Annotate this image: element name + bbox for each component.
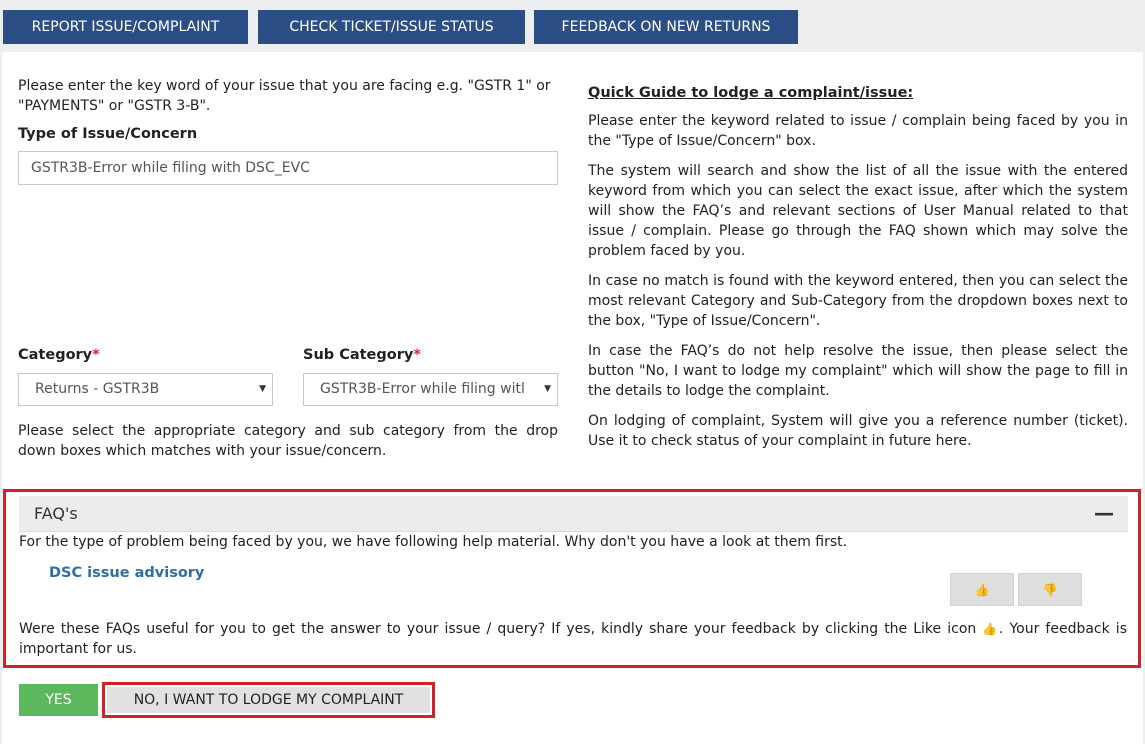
dropdown-caret-icon: ▼	[540, 374, 551, 405]
guide-paragraph-5: On lodging of complaint, System will giv…	[588, 413, 1128, 449]
thumbs-up-icon: 👍	[982, 622, 999, 636]
tab-check-status[interactable]: CHECK TICKET/ISSUE STATUS	[258, 10, 525, 44]
guide-paragraph-4: In case the FAQ’s do not help resolve th…	[588, 343, 1128, 399]
like-button[interactable]: 👍	[950, 573, 1014, 606]
yes-button[interactable]: YES	[19, 684, 98, 716]
type-of-issue-input[interactable]: GSTR3B-Error while filing with DSC_EVC	[18, 151, 558, 185]
guide-paragraph-2: The system will search and show the list…	[588, 163, 1128, 259]
required-mark: *	[92, 347, 100, 363]
faq-section: FAQ's — For the type of problem being fa…	[3, 489, 1141, 668]
lodge-complaint-highlight: NO, I WANT TO LODGE MY COMPLAINT	[102, 682, 435, 718]
select-help-text: Please select the appropriate category a…	[18, 423, 558, 459]
faq-link-dsc-advisory[interactable]: DSC issue advisory	[49, 565, 204, 581]
dislike-button[interactable]: 👎	[1018, 573, 1082, 606]
sub-category-selected-value: GSTR3B-Error while filing witl	[320, 381, 525, 397]
category-label: Category*	[18, 347, 100, 363]
required-mark: *	[413, 347, 421, 363]
type-of-issue-label: Type of Issue/Concern	[18, 126, 198, 142]
faq-intro: For the type of problem being faced by y…	[19, 534, 848, 550]
tab-report-issue[interactable]: REPORT ISSUE/COMPLAINT	[3, 10, 248, 44]
collapse-icon[interactable]: —	[1094, 501, 1114, 525]
quick-guide-title: Quick Guide to lodge a complaint/issue:	[588, 85, 914, 101]
faq-header[interactable]: FAQ's —	[19, 496, 1128, 532]
category-selected-value: Returns - GSTR3B	[35, 381, 160, 397]
lodge-complaint-button[interactable]: NO, I WANT TO LODGE MY COMPLAINT	[107, 687, 430, 713]
guide-paragraph-1: Please enter the keyword related to issu…	[588, 113, 1128, 149]
guide-paragraph-3: In case no match is found with the keywo…	[588, 273, 1128, 329]
tab-feedback-returns[interactable]: FEEDBACK ON NEW RETURNS	[534, 10, 798, 44]
dropdown-caret-icon: ▼	[255, 374, 266, 405]
top-tab-bar: REPORT ISSUE/COMPLAINT CHECK TICKET/ISSU…	[0, 0, 1145, 52]
thumbs-down-icon: 👎	[1042, 582, 1058, 597]
sub-category-label: Sub Category*	[303, 347, 421, 363]
faq-feedback-text: Were these FAQs useful for you to get th…	[19, 621, 1127, 657]
keyword-intro: Please enter the key word of your issue …	[18, 78, 551, 114]
thumbs-up-icon: 👍	[974, 582, 990, 597]
sub-category-select[interactable]: GSTR3B-Error while filing witl ▼	[303, 373, 558, 406]
category-select[interactable]: Returns - GSTR3B ▼	[18, 373, 273, 406]
faq-title: FAQ's	[34, 504, 78, 523]
